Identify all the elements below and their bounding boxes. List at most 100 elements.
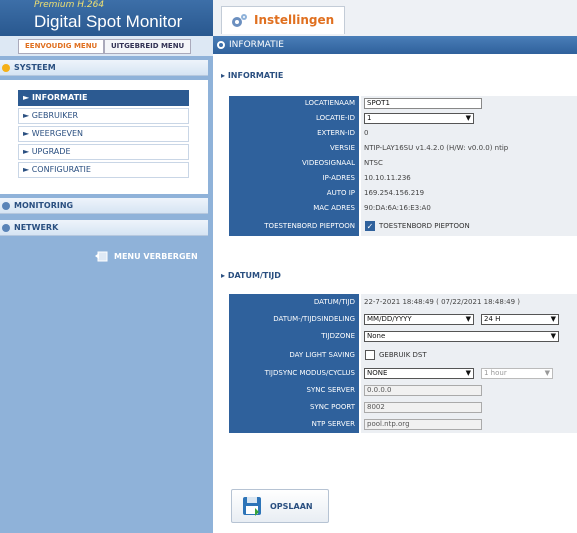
row-sync-server: SYNC SERVER 0.0.0.0 [229, 382, 577, 399]
sync-server-input[interactable]: 0.0.0.0 [364, 385, 482, 396]
dst-checkbox[interactable] [365, 350, 375, 360]
row-ip: IP-ADRES 10.10.11.236 [229, 171, 577, 186]
expand-dot-icon [2, 64, 10, 72]
row-format: DATUM-/TIJDSINDELING MM/DD/YYYY ▼ 24 H ▼ [229, 311, 577, 328]
label-locatienaam: LOCATIENAAM [229, 96, 359, 111]
section-title-informatie: INFORMATIE [221, 71, 284, 80]
sidebar-item-weergeven[interactable]: ► WEERGEVEN [18, 126, 189, 142]
gear-icon [232, 14, 247, 27]
label-versie: VERSIE [229, 141, 359, 156]
label-locatieid: LOCATIE-ID [229, 111, 359, 126]
chevron-down-icon: ▼ [550, 315, 556, 323]
time-format-select[interactable]: 24 H ▼ [481, 314, 559, 325]
header-circle-icon [217, 41, 225, 49]
locatienaam-input[interactable]: SPOT1 [364, 98, 482, 109]
select-value: 24 H [484, 315, 501, 323]
pieptoon-checkbox-label: TOESTENBORD PIEPTOON [379, 222, 470, 230]
section-label: SYSTEEM [14, 63, 56, 72]
systeem-submenu: ► INFORMATIE ► GEBRUIKER ► WEERGEVEN ► U… [0, 80, 208, 194]
locatieid-select[interactable]: 1 ▼ [364, 113, 474, 124]
datetime-form: DATUM/TIJD 22-7-2021 18:48:49 ( 07/22/20… [229, 294, 577, 433]
label-sync-port: SYNC POORT [229, 399, 359, 416]
section-systeem[interactable]: SYSTEEM [0, 60, 208, 76]
chevron-down-icon: ▼ [544, 369, 550, 377]
page-title: INFORMATIE [229, 40, 284, 50]
pieptoon-checkbox[interactable]: ✓ [365, 221, 375, 231]
main-content: INFORMATIE INFORMATIE LOCATIENAAM SPOT1 … [213, 36, 577, 533]
sidebar-item-gebruiker[interactable]: ► GEBRUIKER [18, 108, 189, 124]
row-externid: EXTERN-ID 0 [229, 126, 577, 141]
label-videosignaal: VIDEOSIGNAAL [229, 156, 359, 171]
ip-value: 10.10.11.236 [361, 171, 577, 186]
label-dst: DAY LIGHT SAVING [229, 345, 359, 365]
section-label: NETWERK [14, 223, 59, 232]
hide-menu-icon [95, 251, 108, 262]
chevron-down-icon: ▼ [465, 315, 471, 323]
sidebar-item-upgrade[interactable]: ► UPGRADE [18, 144, 189, 160]
label-externid: EXTERN-ID [229, 126, 359, 141]
row-dst: DAY LIGHT SAVING GEBRUIK DST [229, 345, 577, 365]
floppy-disk-icon [243, 497, 261, 516]
sync-port-input[interactable]: 8002 [364, 402, 482, 413]
hide-menu-button[interactable]: MENU VERBERGEN [94, 248, 204, 266]
row-sync-port: SYNC POORT 8002 [229, 399, 577, 416]
videosignaal-value: NTSC [361, 156, 577, 171]
row-pieptoon: TOESTENBORD PIEPTOON ✓ TOESTENBORD PIEPT… [229, 216, 577, 236]
save-button[interactable]: OPSLAAN [231, 489, 329, 523]
autoip-value: 169.254.156.219 [361, 186, 577, 201]
select-value: 1 [367, 114, 372, 122]
label-sync-mode: TIJDSYNC MODUS/CYCLUS [229, 365, 359, 382]
section-netwerk[interactable]: NETWERK [0, 220, 208, 236]
label-datumtijd: DATUM/TIJD [229, 294, 359, 311]
row-datumtijd: DATUM/TIJD 22-7-2021 18:48:49 ( 07/22/20… [229, 294, 577, 311]
label-tijdzone: TIJDZONE [229, 328, 359, 345]
label-ntp-server: NTP SERVER [229, 416, 359, 433]
tab-simple-menu[interactable]: EENVOUDIG MENU [18, 39, 105, 54]
timezone-select[interactable]: None ▼ [364, 331, 559, 342]
sidebar-item-configuratie[interactable]: ► CONFIGURATIE [18, 162, 189, 178]
collapse-dot-icon [2, 224, 10, 232]
tab-advanced-menu[interactable]: UITGEBREID MENU [104, 39, 192, 54]
save-label: OPSLAAN [270, 502, 313, 511]
section-label: MONITORING [14, 201, 74, 210]
row-tijdzone: TIJDZONE None ▼ [229, 328, 577, 345]
tab-label: Instellingen [254, 13, 335, 27]
date-format-select[interactable]: MM/DD/YYYY ▼ [364, 314, 474, 325]
menu-mode-tabs: EENVOUDIG MENU UITGEBREID MENU [0, 36, 213, 56]
row-mac: MAC ADRES 90:DA:6A:16:E3:A0 [229, 201, 577, 216]
label-mac: MAC ADRES [229, 201, 359, 216]
row-locatienaam: LOCATIENAAM SPOT1 [229, 96, 577, 111]
mac-value: 90:DA:6A:16:E3:A0 [361, 201, 577, 216]
row-versie: VERSIE NTIP-LAY16SU v1.4.2.0 (H/W: v0.0.… [229, 141, 577, 156]
section-monitoring[interactable]: MONITORING [0, 198, 208, 214]
dst-checkbox-label: GEBRUIK DST [379, 351, 427, 359]
versie-value: NTIP-LAY16SU v1.4.2.0 (H/W: v0.0.0) ntip [361, 141, 577, 156]
collapse-dot-icon [2, 202, 10, 210]
tab-instellingen[interactable]: Instellingen [221, 6, 345, 34]
datumtijd-value: 22-7-2021 18:48:49 ( 07/22/2021 18:48:49… [361, 294, 577, 311]
chevron-down-icon: ▼ [550, 332, 556, 340]
content-header: INFORMATIE [213, 36, 577, 54]
select-value: 1 hour [484, 369, 507, 377]
sync-cycle-select[interactable]: 1 hour ▼ [481, 368, 553, 379]
row-ntp-server: NTP SERVER pool.ntp.org [229, 416, 577, 433]
sidebar: Premium H.264 Digital Spot Monitor EENVO… [0, 0, 213, 533]
chevron-down-icon: ▼ [465, 114, 471, 122]
label-format: DATUM-/TIJDSINDELING [229, 311, 359, 328]
info-form: LOCATIENAAM SPOT1 LOCATIE-ID 1 ▼ EXTERN-I… [229, 96, 577, 236]
row-locatieid: LOCATIE-ID 1 ▼ [229, 111, 577, 126]
label-pieptoon: TOESTENBORD PIEPTOON [229, 216, 359, 236]
select-value: MM/DD/YYYY [367, 315, 412, 323]
label-sync-server: SYNC SERVER [229, 382, 359, 399]
sidebar-item-informatie[interactable]: ► INFORMATIE [18, 90, 189, 106]
section-title-datumtijd: DATUM/TIJD [221, 271, 281, 280]
select-value: None [367, 332, 386, 340]
brand-header: Premium H.264 Digital Spot Monitor [0, 0, 213, 36]
sync-mode-select[interactable]: NONE ▼ [364, 368, 474, 379]
select-value: NONE [367, 369, 388, 377]
ntp-server-input[interactable]: pool.ntp.org [364, 419, 482, 430]
row-sync-mode: TIJDSYNC MODUS/CYCLUS NONE ▼ 1 hour ▼ [229, 365, 577, 382]
row-videosignaal: VIDEOSIGNAAL NTSC [229, 156, 577, 171]
externid-value: 0 [361, 126, 577, 141]
top-bar: Instellingen [213, 0, 577, 36]
